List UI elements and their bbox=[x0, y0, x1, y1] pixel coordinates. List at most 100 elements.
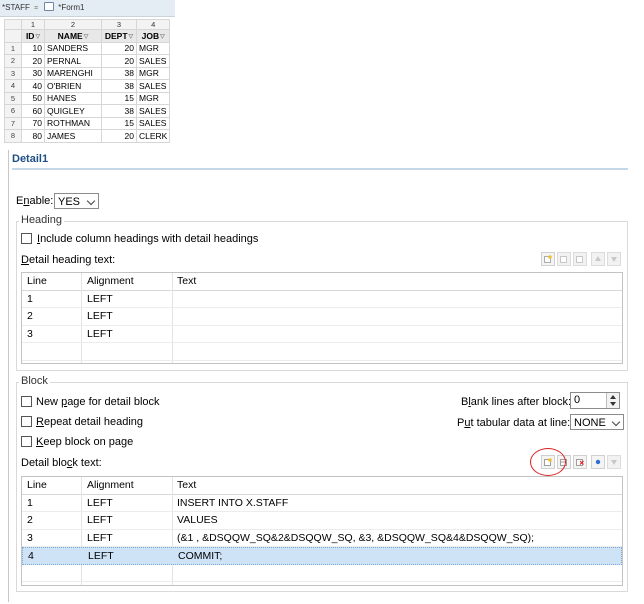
table-row[interactable]: 6 60 QUIGLEY 38 SALES bbox=[4, 104, 171, 118]
column-header-alignment[interactable]: Alignment bbox=[87, 477, 134, 494]
cell-dept[interactable]: 20 bbox=[101, 54, 137, 68]
cell-dept[interactable]: 38 bbox=[101, 79, 137, 93]
cell-dept[interactable]: 38 bbox=[101, 66, 137, 80]
row-number[interactable]: 7 bbox=[4, 116, 22, 130]
table-row[interactable]: 1 LEFT INSERT INTO X.STAFF bbox=[22, 495, 622, 512]
cell-line[interactable]: 1 bbox=[27, 495, 33, 512]
detail-heading-table[interactable]: Line Alignment Text 1 LEFT 2 LEFT 3 LEFT bbox=[21, 272, 623, 364]
table-row[interactable]: 3 LEFT (&1 , &DSQQW_SQ&2&DSQQW_SQ, &3, &DS… bbox=[22, 530, 622, 547]
tab-form1[interactable]: *Form1 bbox=[44, 0, 84, 16]
cell-line[interactable]: 3 bbox=[27, 530, 33, 547]
enable-select[interactable]: YES bbox=[54, 193, 99, 209]
row-number[interactable]: 3 bbox=[4, 66, 22, 80]
filter-icon[interactable]: ▽ bbox=[35, 34, 40, 40]
cell-name[interactable]: ROTHMAN bbox=[44, 116, 102, 130]
empty-row[interactable] bbox=[22, 343, 622, 361]
cell-job[interactable]: MGR bbox=[135, 66, 171, 80]
delete-block-line-button[interactable] bbox=[573, 455, 587, 469]
cell-id[interactable]: 30 bbox=[21, 66, 45, 80]
row-number[interactable]: 5 bbox=[4, 91, 22, 105]
column-header-text[interactable]: Text bbox=[177, 477, 196, 494]
table-row[interactable]: 5 50 HANES 15 MGR bbox=[4, 91, 171, 105]
cell-text[interactable]: INSERT INTO X.STAFF bbox=[177, 495, 288, 512]
table-row[interactable]: 2 LEFT VALUES bbox=[22, 512, 622, 530]
row-number[interactable]: 6 bbox=[4, 104, 22, 118]
cell-id[interactable]: 80 bbox=[21, 129, 45, 143]
grid-header-name[interactable]: NAME▽ bbox=[44, 29, 102, 43]
column-header-text[interactable]: Text bbox=[177, 273, 196, 290]
cell-alignment[interactable]: LEFT bbox=[87, 326, 113, 343]
cell-line[interactable]: 2 bbox=[27, 512, 33, 529]
grid-header-id[interactable]: ID▽ bbox=[21, 29, 45, 43]
cell-dept[interactable]: 38 bbox=[101, 104, 137, 118]
table-row[interactable]: 2 LEFT bbox=[22, 308, 622, 326]
include-headings-checkbox[interactable] bbox=[21, 233, 32, 244]
cell-job[interactable]: MGR bbox=[135, 91, 171, 105]
table-row[interactable]: 2 20 PERNAL 20 SALES bbox=[4, 54, 171, 68]
tabular-data-select[interactable]: NONE bbox=[570, 414, 624, 430]
grid-header-job[interactable]: JOB▽ bbox=[135, 29, 171, 43]
move-block-down-button[interactable] bbox=[607, 455, 621, 469]
cell-id[interactable]: 20 bbox=[21, 54, 45, 68]
repeat-heading-checkbox[interactable] bbox=[21, 416, 32, 427]
cell-text[interactable]: COMMIT; bbox=[178, 548, 222, 565]
cell-name[interactable]: JAMES bbox=[44, 129, 102, 143]
delete-heading-line-button[interactable] bbox=[573, 252, 587, 266]
cell-name[interactable]: HANES bbox=[44, 91, 102, 105]
table-row[interactable]: 4 40 O'BRIEN 38 SALES bbox=[4, 79, 171, 93]
cell-id[interactable]: 10 bbox=[21, 41, 45, 55]
cell-name[interactable]: PERNAL bbox=[44, 54, 102, 68]
table-row[interactable]: 8 80 JAMES 20 CLERK bbox=[4, 129, 171, 143]
keep-block-checkbox[interactable] bbox=[21, 436, 32, 447]
row-number[interactable]: 2 bbox=[4, 54, 22, 68]
column-header-line[interactable]: Line bbox=[27, 273, 47, 290]
cell-name[interactable]: MARENGHI bbox=[44, 66, 102, 80]
cell-alignment[interactable]: LEFT bbox=[87, 291, 113, 308]
tab-close-icon[interactable]: ⌗ bbox=[34, 5, 38, 12]
column-header-alignment[interactable]: Alignment bbox=[87, 273, 134, 290]
cell-line[interactable]: 3 bbox=[27, 326, 33, 343]
cell-job[interactable]: SALES bbox=[135, 54, 171, 68]
new-page-checkbox[interactable] bbox=[21, 396, 32, 407]
cell-job[interactable]: MGR bbox=[135, 41, 171, 55]
column-header-line[interactable]: Line bbox=[27, 477, 47, 494]
empty-row[interactable] bbox=[22, 565, 622, 582]
table-row[interactable]: 4 LEFT COMMIT; bbox=[22, 547, 622, 565]
cell-dept[interactable]: 20 bbox=[101, 129, 137, 143]
filter-icon[interactable]: ▽ bbox=[84, 34, 89, 40]
table-row[interactable]: 3 30 MARENGHI 38 MGR bbox=[4, 66, 171, 80]
cell-dept[interactable]: 20 bbox=[101, 41, 137, 55]
table-row[interactable]: 3 LEFT bbox=[22, 326, 622, 343]
spinner-buttons[interactable] bbox=[606, 393, 619, 408]
filter-icon[interactable]: ▽ bbox=[160, 34, 165, 40]
cell-id[interactable]: 70 bbox=[21, 116, 45, 130]
cell-line[interactable]: 4 bbox=[28, 548, 34, 565]
cell-job[interactable]: SALES bbox=[135, 116, 171, 130]
detail-block-table[interactable]: Line Alignment Text 1 LEFT INSERT INTO X.S… bbox=[21, 476, 623, 586]
cell-job[interactable]: SALES bbox=[135, 79, 171, 93]
move-heading-down-button[interactable] bbox=[607, 252, 621, 266]
cell-name[interactable]: QUIGLEY bbox=[44, 104, 102, 118]
cell-dept[interactable]: 15 bbox=[101, 116, 137, 130]
cell-alignment[interactable]: LEFT bbox=[87, 495, 113, 512]
table-row[interactable]: 7 70 ROTHMAN 15 SALES bbox=[4, 116, 171, 130]
row-number[interactable]: 8 bbox=[4, 129, 22, 143]
cell-id[interactable]: 60 bbox=[21, 104, 45, 118]
grid-header-dept[interactable]: DEPT▽ bbox=[101, 29, 137, 43]
cell-line[interactable]: 2 bbox=[27, 308, 33, 325]
cell-alignment[interactable]: LEFT bbox=[87, 530, 113, 547]
filter-icon[interactable]: ▽ bbox=[129, 34, 134, 40]
cell-name[interactable]: O'BRIEN bbox=[44, 79, 102, 93]
cell-job[interactable]: SALES bbox=[135, 104, 171, 118]
cell-text[interactable]: VALUES bbox=[177, 512, 218, 529]
add-heading-line-button[interactable] bbox=[541, 252, 555, 266]
cell-id[interactable]: 40 bbox=[21, 79, 45, 93]
cell-alignment[interactable]: LEFT bbox=[88, 548, 114, 565]
cell-id[interactable]: 50 bbox=[21, 91, 45, 105]
insert-heading-line-button[interactable] bbox=[557, 252, 571, 266]
cell-name[interactable]: SANDERS bbox=[44, 41, 102, 55]
table-row[interactable]: 1 LEFT bbox=[22, 291, 622, 308]
move-block-up-button[interactable] bbox=[591, 455, 605, 469]
cell-dept[interactable]: 15 bbox=[101, 91, 137, 105]
cell-line[interactable]: 1 bbox=[27, 291, 33, 308]
